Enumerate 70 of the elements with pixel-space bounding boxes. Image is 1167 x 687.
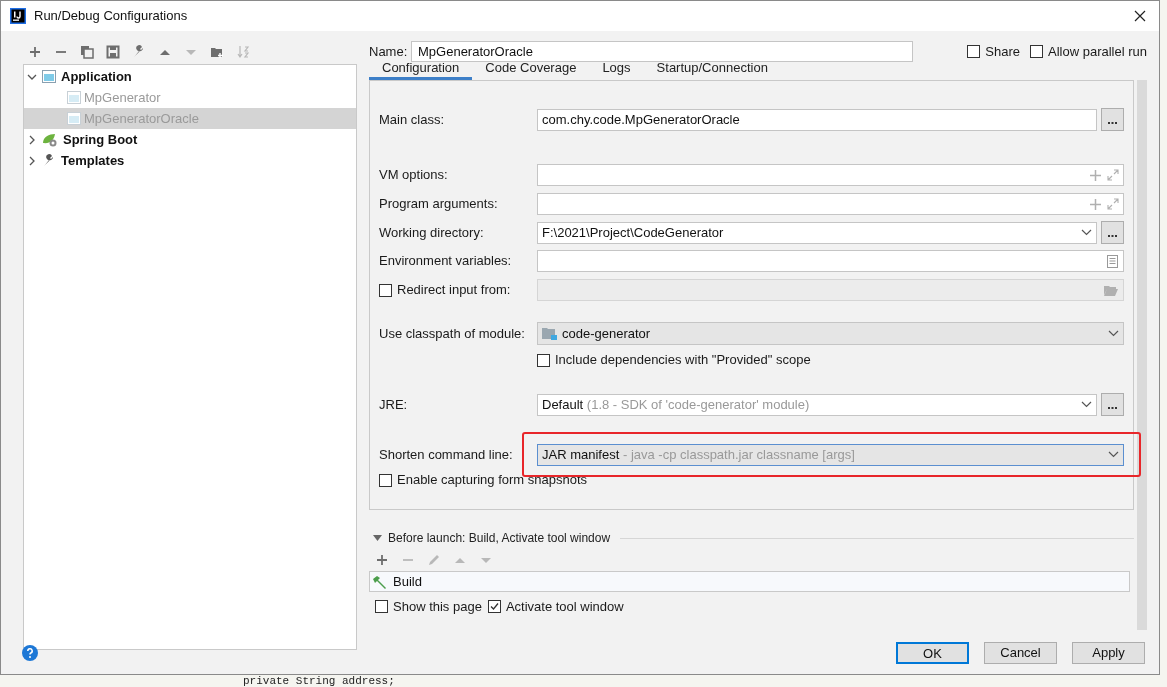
save-icon[interactable] [106,45,120,59]
checkbox[interactable]: Redirect input from: [379,280,537,300]
add-icon[interactable] [1090,169,1101,181]
tree-item[interactable]: Templates [24,150,356,171]
app-logo-icon [10,8,26,24]
section-title: Before launch: Build, Activate tool window [388,530,611,547]
field-label: Shorten command line: [379,445,514,464]
checkbox[interactable]: Include dependencies with "Provided" scope [537,350,811,370]
add-icon[interactable] [28,45,42,59]
tab[interactable]: Code Coverage [472,63,590,80]
code-line: private String address; [243,675,395,687]
name-field[interactable]: MpGeneratorOracle [411,41,913,62]
window-icon [67,112,81,125]
add-icon[interactable] [375,553,389,567]
chevron-right-icon[interactable] [27,134,37,145]
field-label: VM options: [379,166,449,185]
dropdown-caret-icon [1108,451,1119,458]
collapse-triangle-icon[interactable] [373,535,382,541]
folder-icon[interactable] [210,45,224,59]
tab[interactable]: Startup/Connection [643,63,781,80]
window-title: Run/Debug Configurations [34,7,189,26]
window-icon [42,70,56,83]
chevron-right-icon[interactable] [27,155,37,166]
scrollbar[interactable] [1137,80,1147,630]
dialog-button[interactable]: Cancel [984,642,1057,664]
dialog-button[interactable]: Apply [1072,642,1145,664]
hammer-icon [372,574,388,589]
environment-variables-field[interactable] [537,250,1124,272]
program-arguments-field[interactable] [537,193,1124,215]
module-folder-icon [542,327,557,340]
field-label: Use classpath of module: [379,324,526,343]
field-label: Working directory: [379,223,485,242]
shorten-command-line-combo[interactable]: JAR manifest - java -cp classpath.jar classname [args] [537,443,1124,466]
dialog-button[interactable]: OK [896,642,969,664]
browse-button[interactable] [1101,393,1124,416]
field-label: Name: [369,42,409,61]
checkbox[interactable]: Share [967,41,1020,62]
leaf-gear-icon [42,132,58,147]
dropdown-caret-icon [1108,330,1119,337]
expand-icon[interactable] [1107,169,1119,181]
browse-button[interactable] [1101,221,1124,244]
field-label: JRE: [379,395,409,414]
browse-button[interactable] [1101,108,1124,131]
window-icon [67,91,81,104]
tab[interactable]: Logs [589,63,644,80]
field-label: Main class: [379,110,446,129]
main-class-field[interactable]: com.chy.code.MpGeneratorOracle [537,108,1097,131]
dropdown-caret-icon [1081,401,1092,408]
copy-icon[interactable] [80,45,94,59]
tree-item[interactable]: Application [24,66,356,87]
checkbox[interactable]: Show this page [375,596,482,617]
tree-item[interactable]: Spring Boot [24,129,356,150]
expand-icon[interactable] [1107,198,1119,210]
working-directory-combo[interactable]: F:\2021\Project\CodeGenerator [537,221,1097,244]
dropdown-caret-icon [1081,229,1092,236]
task-item[interactable]: Build [370,572,1129,591]
field-label: Program arguments: [379,195,499,214]
document-icon[interactable] [1107,254,1118,268]
close-icon[interactable] [1134,10,1146,22]
tab[interactable]: Configuration [369,63,473,80]
vm-options-field[interactable] [537,164,1124,186]
checkbox[interactable]: Enable capturing form snapshots [379,470,588,490]
jre-combo[interactable]: Default (1.8 - SDK of 'code-generator' module) [537,393,1097,416]
checkmark-icon [488,601,500,612]
checkbox[interactable]: Allow parallel run [1030,41,1147,62]
help-icon[interactable] [22,645,38,661]
module-combo[interactable]: code-generator [537,322,1124,345]
checkbox[interactable]: Activate tool window [487,596,624,617]
add-icon[interactable] [1090,198,1101,210]
field-label: Environment variables: [379,252,513,271]
